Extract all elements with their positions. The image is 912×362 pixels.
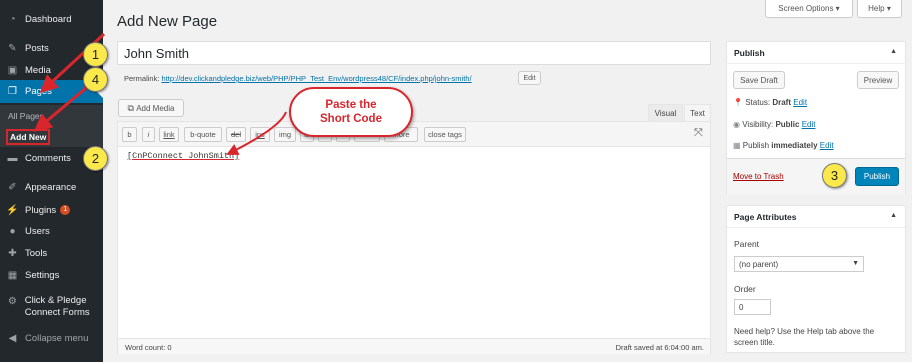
step-marker-4: 4 <box>83 67 108 92</box>
step-marker-3: 3 <box>822 163 847 188</box>
callout-text: Paste the Short Code <box>320 99 382 125</box>
step-marker-1: 1 <box>83 42 108 67</box>
arrow-to-shortcode <box>226 111 287 155</box>
annotation-arrows <box>33 32 287 155</box>
step-marker-2: 2 <box>83 146 108 171</box>
shortcode-callout: Paste the Short Code <box>289 87 413 137</box>
